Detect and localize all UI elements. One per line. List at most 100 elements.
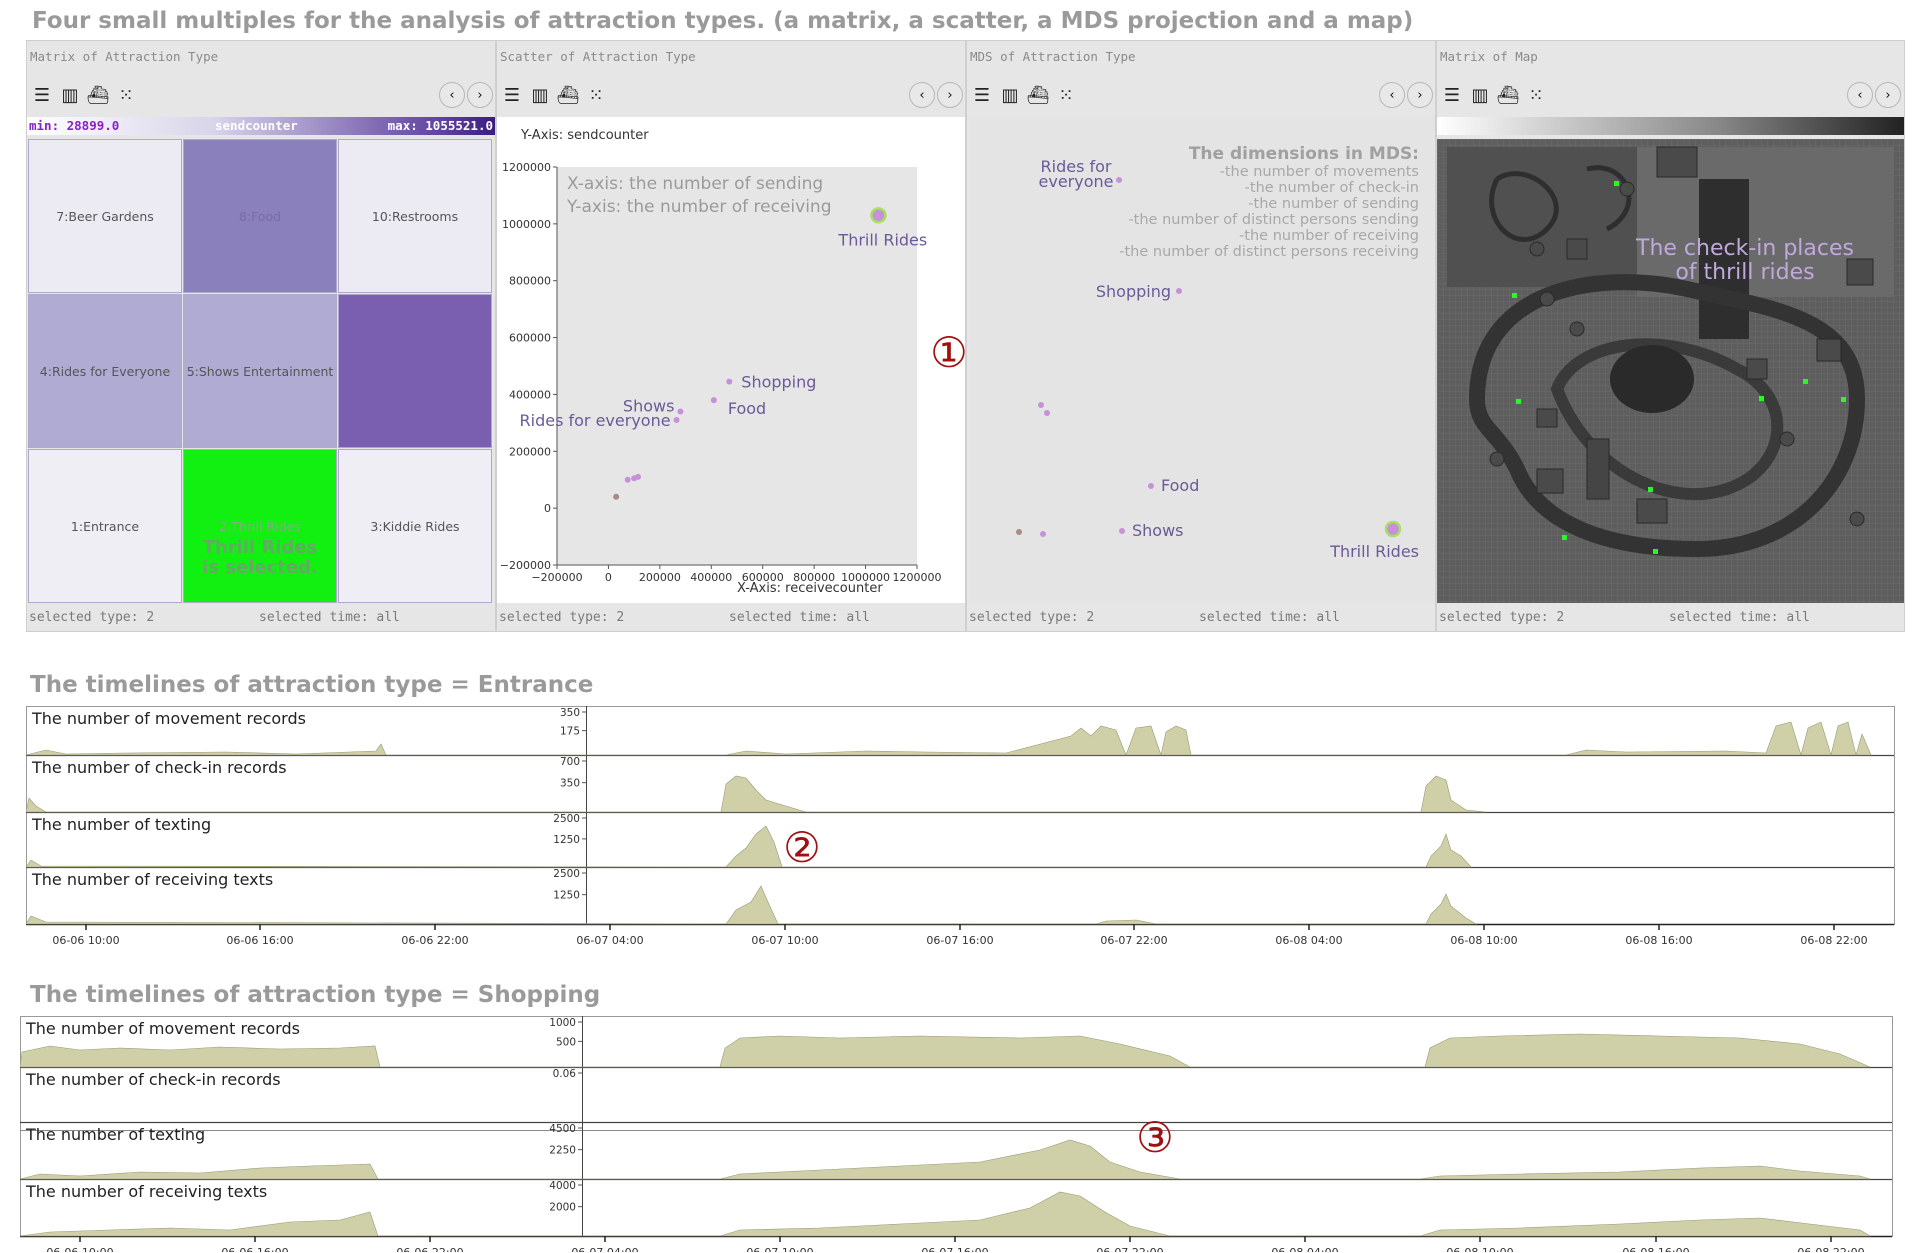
checkin-marker[interactable]: [1562, 535, 1567, 540]
status-bar: selected type: 2 selected time: all: [1437, 603, 1904, 631]
chart-icon[interactable]: ▥: [527, 82, 553, 108]
checkin-marker[interactable]: [1512, 293, 1517, 298]
prev-button[interactable]: ‹: [439, 82, 465, 108]
checkin-marker[interactable]: [1803, 379, 1808, 384]
matrix-cell[interactable]: 8:Food: [183, 139, 337, 293]
timeline-frame: [26, 706, 1895, 925]
time-tick-label: 06-07 16:00: [926, 934, 993, 947]
status-bar: selected type: 2 selected time: all: [967, 603, 1435, 631]
grid-icon[interactable]: ⁙: [1523, 82, 1549, 108]
ship-icon[interactable]: ⛴: [555, 82, 581, 108]
time-tick-label: 06-07 22:00: [1100, 934, 1167, 947]
matrix-cell[interactable]: 4:Rides for Everyone: [28, 294, 182, 448]
matrix-cell[interactable]: 6:Shopping: [338, 294, 492, 448]
map-building: [1586, 438, 1610, 500]
time-tick-label: 06-08 04:00: [1271, 1246, 1338, 1252]
scatter-point[interactable]: [677, 408, 684, 415]
next-button[interactable]: ›: [1407, 82, 1433, 108]
ship-icon[interactable]: ⛴: [1495, 82, 1521, 108]
timeline-row-label: The number of texting: [31, 815, 211, 834]
mds-point[interactable]: [1040, 531, 1046, 537]
map-building: [1566, 238, 1588, 260]
map-building: [1816, 338, 1842, 362]
time-tick-label: 06-08 16:00: [1625, 934, 1692, 947]
y-axis-label: Y-Axis: sendcounter: [520, 128, 649, 143]
mds-point[interactable]: [1016, 529, 1022, 535]
time-tick-label: 06-08 04:00: [1275, 934, 1342, 947]
timeline-row-label: The number of texting: [25, 1125, 205, 1144]
matrix-cell[interactable]: 10:Restrooms: [338, 139, 492, 293]
ship-icon[interactable]: ⛴: [85, 82, 111, 108]
menu-icon[interactable]: ☰: [969, 82, 995, 108]
mds-label-rides: Rides for everyone: [1039, 157, 1114, 191]
mds-point-shopping[interactable]: [1176, 288, 1182, 294]
scatter-point-selected[interactable]: [870, 207, 887, 224]
scatter-point[interactable]: [726, 378, 733, 385]
menu-icon[interactable]: ☰: [29, 82, 55, 108]
map-node: [1779, 431, 1795, 447]
scatter-point[interactable]: [624, 476, 631, 483]
time-tick-label: 06-08 10:00: [1450, 934, 1517, 947]
mds-point[interactable]: [1044, 410, 1050, 416]
checkin-marker[interactable]: [1759, 396, 1764, 401]
mds-point-shows[interactable]: [1119, 528, 1125, 534]
status-type: selected type: 2: [1439, 610, 1565, 625]
x-tick-label: 200000: [639, 571, 681, 584]
mds-point-thrill[interactable]: [1384, 520, 1402, 538]
menu-icon[interactable]: ☰: [1439, 82, 1465, 108]
mds-point-food[interactable]: [1148, 483, 1154, 489]
value-tick-label: 500: [556, 1036, 576, 1048]
prev-button[interactable]: ‹: [909, 82, 935, 108]
menu-icon[interactable]: ☰: [499, 82, 525, 108]
next-button[interactable]: ›: [937, 82, 963, 108]
mds-point-rides[interactable]: [1116, 177, 1122, 183]
y-tick-label: 1000000: [502, 218, 551, 231]
chart-icon[interactable]: ▥: [57, 82, 83, 108]
prev-button[interactable]: ‹: [1847, 82, 1873, 108]
ship-icon[interactable]: ⛴: [1025, 82, 1051, 108]
x-tick-label: 1200000: [893, 571, 942, 584]
scatter-point-label: Food: [728, 399, 766, 418]
marker-two: ②: [783, 822, 821, 872]
map-node: [1849, 511, 1865, 527]
scatter-point-label: Thrill Rides: [837, 230, 927, 249]
matrix-cell-selected[interactable]: 2:Thrill Rides Thrill Rides is selected.: [183, 449, 337, 603]
status-time: selected time: all: [1669, 610, 1810, 625]
matrix-cell[interactable]: 1:Entrance: [28, 449, 182, 603]
scatter-point[interactable]: [635, 473, 641, 480]
checkin-marker[interactable]: [1516, 399, 1521, 404]
matrix-cell[interactable]: 3:Kiddie Rides: [338, 449, 492, 603]
value-tick-label: 4500: [549, 1123, 576, 1135]
chart-icon[interactable]: ▥: [997, 82, 1023, 108]
checkin-marker[interactable]: [1841, 397, 1846, 402]
grid-icon[interactable]: ⁙: [113, 82, 139, 108]
timeline-row-label: The number of check-in records: [31, 758, 287, 777]
scatter-point[interactable]: [710, 397, 717, 404]
grid-icon[interactable]: ⁙: [583, 82, 609, 108]
time-tick-label: 06-06 10:00: [52, 934, 119, 947]
matrix-cell[interactable]: 5:Shows Entertainment: [183, 294, 337, 448]
scatter-point[interactable]: [613, 493, 620, 500]
park-map: The check-in places of thrill rides: [1437, 139, 1904, 603]
checkin-marker[interactable]: [1648, 487, 1653, 492]
matrix-cell[interactable]: 7:Beer Gardens: [28, 139, 182, 293]
checkin-marker[interactable]: [1614, 181, 1619, 186]
checkin-marker[interactable]: [1653, 549, 1658, 554]
status-bar: selected type: 2 selected time: all: [27, 603, 495, 631]
next-button[interactable]: ›: [1875, 82, 1901, 108]
mds-point[interactable]: [1038, 402, 1044, 408]
map-gradient-legend: [1437, 117, 1904, 135]
status-type: selected type: 2: [969, 610, 1095, 625]
chart-icon[interactable]: ▥: [1467, 82, 1493, 108]
selection-note: Thrill Rides is selected.: [202, 536, 318, 578]
prev-button[interactable]: ‹: [1379, 82, 1405, 108]
x-tick-label: 400000: [690, 571, 732, 584]
timeline-row-label: The number of movement records: [31, 709, 306, 728]
scatter-point[interactable]: [673, 417, 680, 424]
time-tick-label: 06-07 22:00: [1096, 1246, 1163, 1252]
value-tick-label: 1250: [553, 834, 580, 846]
timeline-row-label: The number of check-in records: [25, 1070, 281, 1089]
grid-icon[interactable]: ⁙: [1053, 82, 1079, 108]
next-button[interactable]: ›: [467, 82, 493, 108]
y-tick-label: −200000: [500, 559, 551, 572]
